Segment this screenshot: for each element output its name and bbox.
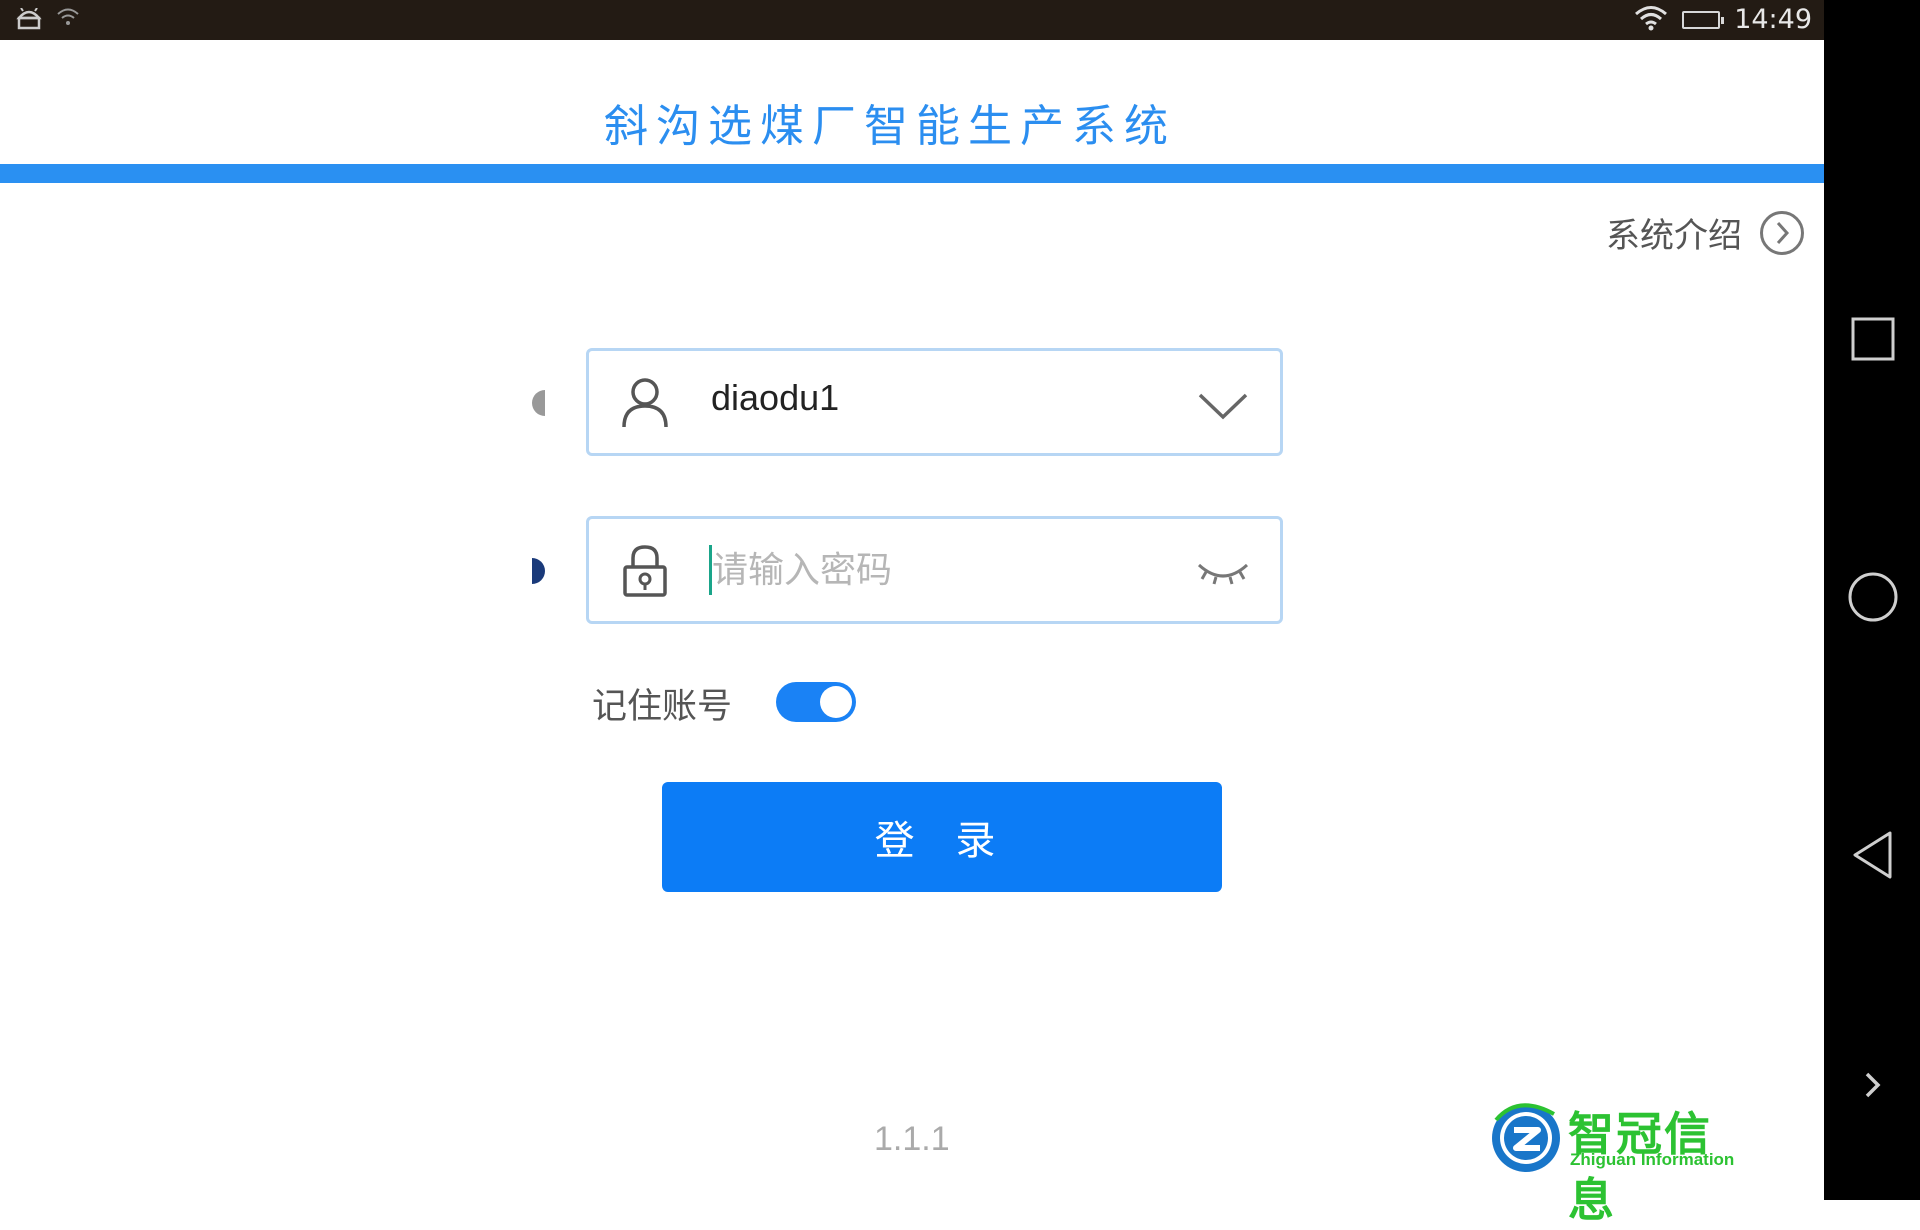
username-field[interactable]: diaodu1 bbox=[586, 348, 1283, 456]
lock-icon bbox=[619, 543, 671, 599]
username-value: diaodu1 bbox=[711, 377, 840, 418]
page-title: 斜沟选煤厂智能生产系统 bbox=[604, 101, 1176, 152]
header-divider bbox=[0, 164, 1824, 183]
recent-apps-icon[interactable] bbox=[1848, 314, 1898, 364]
system-nav-bar bbox=[1824, 0, 1920, 1200]
user-icon bbox=[619, 375, 671, 431]
decor-dot bbox=[532, 390, 545, 416]
app-version: 1.1.1 bbox=[874, 1120, 950, 1158]
remember-account-label: 记住账号 bbox=[592, 687, 733, 727]
toggle-knob bbox=[820, 686, 852, 718]
eye-closed-icon[interactable] bbox=[1194, 549, 1252, 597]
decor-dot bbox=[532, 558, 545, 584]
chevron-right-circle-icon bbox=[1760, 210, 1804, 255]
password-input[interactable] bbox=[709, 545, 1172, 595]
app-header: 斜沟选煤厂智能生产系统 bbox=[0, 40, 1824, 164]
android-debug-icon bbox=[16, 7, 42, 34]
login-button[interactable]: 登 录 bbox=[662, 782, 1222, 892]
home-icon[interactable] bbox=[1848, 572, 1898, 622]
brand-name-en: Zhiguan Information bbox=[1570, 1150, 1735, 1169]
system-intro-label: 系统介绍 bbox=[1606, 216, 1742, 256]
remember-account-toggle[interactable] bbox=[776, 682, 856, 722]
back-icon[interactable] bbox=[1848, 830, 1898, 880]
expand-arrow-icon[interactable] bbox=[1848, 1060, 1898, 1110]
brand-mark-icon bbox=[1492, 1103, 1560, 1172]
wifi-icon bbox=[1634, 5, 1668, 35]
chevron-down-icon[interactable] bbox=[1194, 381, 1252, 429]
status-bar: 14:49 bbox=[0, 0, 1824, 40]
brand-logo: 智冠信息 Zhiguan Information bbox=[1488, 1098, 1758, 1227]
battery-charging-icon bbox=[1682, 10, 1725, 29]
wifi-question-icon bbox=[56, 8, 80, 34]
status-time: 14:49 bbox=[1734, 4, 1812, 35]
system-intro-link[interactable]: 系统介绍 bbox=[1606, 208, 1804, 257]
password-field[interactable] bbox=[586, 516, 1283, 624]
